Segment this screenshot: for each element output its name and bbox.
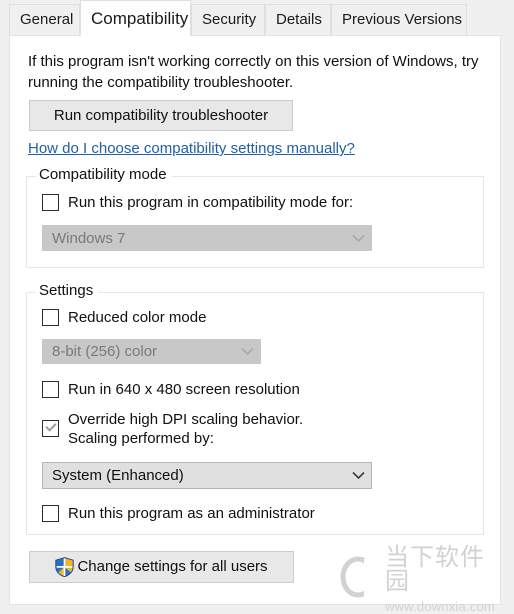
run-compatibility-mode-checkbox[interactable]	[42, 194, 59, 211]
tab-previous-versions-label: Previous Versions	[342, 11, 463, 28]
tab-general-label: General	[20, 11, 74, 28]
uac-shield-icon	[55, 557, 75, 578]
tab-strip: General Compatibility Security Details P…	[0, 0, 514, 36]
change-all-users-button-label: Change settings for all users	[77, 558, 268, 575]
tab-compatibility[interactable]: Compatibility	[80, 0, 191, 36]
compatibility-mode-combobox[interactable]: Windows 7	[42, 225, 372, 251]
dpi-scaling-combobox[interactable]: System (Enhanced)	[42, 462, 372, 489]
reduced-color-mode-checkbox-row[interactable]: Reduced color mode	[42, 308, 206, 327]
tab-compatibility-label: Compatibility	[91, 9, 189, 28]
properties-dialog: General Compatibility Security Details P…	[0, 0, 514, 614]
color-depth-combobox-value: 8-bit (256) color	[52, 343, 158, 360]
compatibility-tab-panel: If this program isn't working correctly …	[9, 35, 501, 605]
run-compatibility-mode-checkbox-row[interactable]: Run this program in compatibility mode f…	[42, 193, 353, 212]
override-dpi-checkbox[interactable]	[42, 420, 59, 437]
low-resolution-label: Run in 640 x 480 screen resolution	[68, 381, 300, 398]
troubleshoot-button-label: Run compatibility troubleshooter	[53, 107, 269, 124]
low-resolution-checkbox[interactable]	[42, 381, 59, 398]
override-dpi-checkbox-row[interactable]: Override high DPI scaling behavior. Scal…	[42, 410, 303, 448]
tab-previous-versions[interactable]: Previous Versions	[331, 4, 467, 36]
tab-details-label: Details	[276, 11, 322, 28]
low-resolution-checkbox-row[interactable]: Run in 640 x 480 screen resolution	[42, 380, 300, 399]
compatibility-mode-group: Compatibility mode Run this program in c…	[26, 166, 484, 268]
run-compatibility-mode-label: Run this program in compatibility mode f…	[68, 194, 354, 211]
compatibility-mode-group-title: Compatibility mode	[36, 166, 172, 183]
settings-group-title: Settings	[36, 282, 99, 299]
run-compatibility-troubleshooter-button[interactable]: Run compatibility troubleshooter	[29, 100, 293, 131]
dpi-scaling-combobox-value: System (Enhanced)	[52, 467, 184, 484]
reduced-color-mode-checkbox[interactable]	[42, 309, 59, 326]
tab-security-label: Security	[202, 11, 257, 28]
tab-general[interactable]: General	[9, 4, 80, 36]
chevron-down-icon	[345, 471, 371, 480]
override-dpi-label: Override high DPI scaling behavior. Scal…	[68, 411, 304, 447]
run-as-administrator-checkbox-row[interactable]: Run this program as an administrator	[42, 504, 315, 523]
chevron-down-icon	[234, 347, 260, 356]
run-as-administrator-checkbox[interactable]	[42, 505, 59, 522]
chevron-down-icon	[345, 234, 371, 243]
reduced-color-mode-label: Reduced color mode	[68, 309, 207, 326]
color-depth-combobox[interactable]: 8-bit (256) color	[42, 339, 261, 364]
change-settings-for-all-users-button[interactable]: Change settings for all users	[29, 551, 294, 583]
tab-security[interactable]: Security	[191, 4, 265, 36]
settings-group: Settings Reduced color mode 8-bit (256) …	[26, 282, 484, 535]
compatibility-help-link[interactable]: How do I choose compatibility settings m…	[28, 140, 355, 157]
compatibility-mode-combobox-value: Windows 7	[52, 229, 126, 247]
help-link-label: How do I choose compatibility settings m…	[28, 140, 355, 157]
intro-text: If this program isn't working correctly …	[28, 53, 479, 91]
run-as-administrator-label: Run this program as an administrator	[68, 505, 315, 522]
tab-details[interactable]: Details	[265, 4, 331, 36]
